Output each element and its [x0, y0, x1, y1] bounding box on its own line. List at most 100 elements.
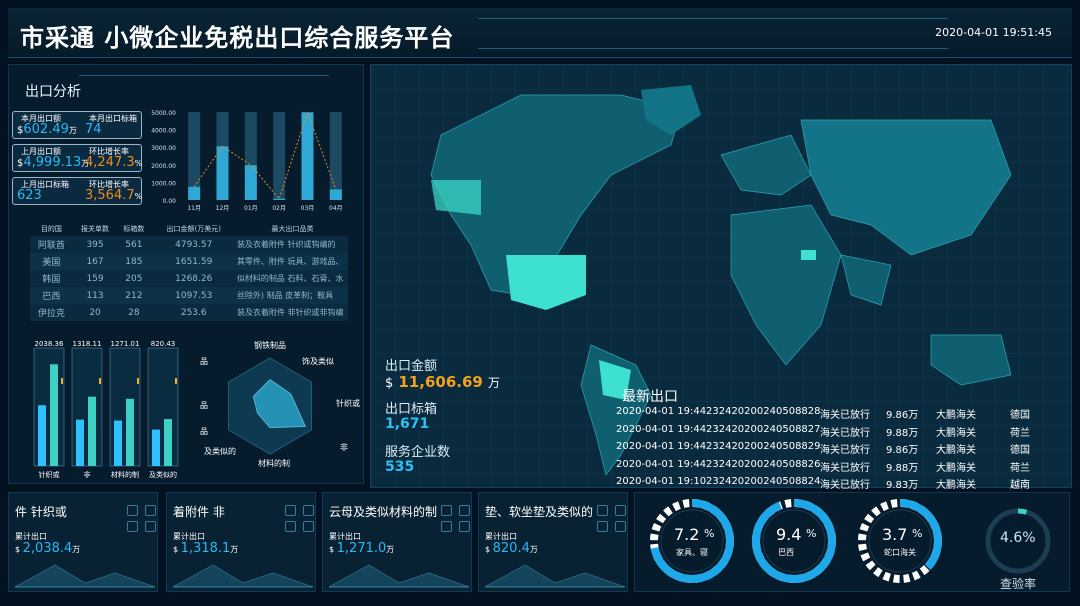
- card-control-icon[interactable]: [615, 521, 626, 532]
- card-sparkline: [329, 564, 469, 588]
- table-row[interactable]: 巴西 113 212 1097.53 丝除外) 制品 皮革制；鞍具: [30, 287, 348, 304]
- companies-label: 服务企业数: [385, 445, 451, 460]
- table-cell: 185: [117, 253, 151, 270]
- table-row[interactable]: 伊拉克 20 28 253.6 装及衣着附件 非针织或非钩编: [30, 304, 348, 321]
- list-cell: 232420200240508828: [706, 406, 821, 417]
- radar-axis-label: 钢铁制品: [254, 340, 286, 350]
- card-control-icon[interactable]: [441, 505, 452, 516]
- card-unit: 万: [386, 545, 395, 554]
- divider: [79, 75, 329, 76]
- category-card[interactable]: 垫、软坐垫及类似的 累计出口 $ 820.4万: [478, 492, 628, 592]
- card-control-icon[interactable]: [459, 521, 470, 532]
- x-tick-label: 02月: [272, 205, 286, 212]
- card-control-icon[interactable]: [615, 505, 626, 516]
- x-tick-label: 12月: [216, 205, 230, 212]
- list-item[interactable]: 2020-04-01 19:44 232420200240508828 海关已放行 9…: [614, 404, 1064, 422]
- table-row[interactable]: 阿联酋 395 561 4793.57 装及衣着附件 针织或钩编的: [30, 236, 348, 253]
- table-cell: 1268.26: [150, 270, 237, 287]
- bar: [114, 420, 122, 466]
- list-cell: 2020-04-01 19:44: [616, 406, 707, 417]
- kpi-number: 4,247.3: [85, 155, 135, 170]
- card-control-icon[interactable]: [459, 505, 470, 516]
- bar: [216, 146, 229, 200]
- column-header[interactable]: 目的国: [30, 222, 73, 236]
- table-row[interactable]: 美国 167 185 1651.59 其零件、附件 玩具、游戏品、: [30, 253, 348, 270]
- card-title: 着附件 非: [173, 505, 225, 519]
- kpi-unit: 万: [68, 126, 77, 135]
- sparkline-area: [485, 564, 625, 588]
- radar-axis-label: 材料的制: [258, 458, 290, 468]
- column-header[interactable]: 标箱数: [117, 222, 150, 236]
- bar: [50, 364, 58, 466]
- card-title: 件 针织或: [15, 505, 67, 519]
- list-cell: 2020-04-01 19:44: [616, 423, 707, 435]
- gauge-value: 3.7: [882, 525, 908, 544]
- column-header[interactable]: 最大出口品类: [237, 222, 348, 236]
- value-label: 1271.01: [111, 340, 140, 348]
- column-header[interactable]: 报关单数: [73, 222, 117, 236]
- export-amount-value: $ 11,606.69 万: [385, 373, 500, 391]
- card-number: 2,038.4: [22, 541, 73, 556]
- table-cell: 阿联酋: [30, 236, 73, 253]
- bar: [244, 165, 257, 200]
- table-cell: 205: [117, 270, 151, 287]
- list-item[interactable]: 2020-04-01 19:44 232420200240508826 海关已放行 9…: [614, 457, 1064, 475]
- list-item[interactable]: 2020-04-01 19:44 232420200240508829 海关已放行 9…: [614, 439, 1064, 457]
- list-cell: 海关已放行: [820, 427, 870, 439]
- gauge-label: 查验率: [1000, 577, 1037, 591]
- category-card[interactable]: 着附件 非累计出口 $ 1,318.1万: [166, 492, 316, 592]
- gauge-value: 7.2: [674, 525, 700, 544]
- category-label: 材料的制: [111, 470, 139, 479]
- table-cell: 167: [72, 253, 118, 270]
- table-row[interactable]: 韩国 159 205 1268.26 似材料的制品 石料、石膏、水: [30, 270, 348, 287]
- y-tick-label: 0.00: [163, 198, 177, 205]
- kpi-number: 4,999.13: [23, 155, 82, 170]
- gauge-percent-sign: %: [912, 527, 923, 540]
- card-control-icon[interactable]: [145, 521, 156, 532]
- page-title: 市采通 小微企业免税出口综合服务平台: [20, 24, 455, 52]
- list-item[interactable]: 2020-04-01 19:44 232420200240508827 海关已放行 9…: [614, 422, 1064, 440]
- card-control-icon[interactable]: [597, 521, 608, 532]
- card-control-icon[interactable]: [285, 521, 296, 532]
- card-control-icon[interactable]: [303, 505, 314, 516]
- card-control-icon[interactable]: [285, 505, 296, 516]
- card-control-icon[interactable]: [441, 521, 452, 532]
- bar: [88, 396, 96, 466]
- list-cell: 海关已放行: [820, 410, 870, 421]
- value-label: 1318.11: [73, 340, 102, 348]
- list-cell: 9.86万: [886, 445, 919, 456]
- monthly-export-chart: 5000.00 4000.00 3000.00 2000.00 1000.00 0.00 1…: [151, 110, 342, 212]
- table-cell: 巴西: [30, 287, 73, 304]
- sparkline-area: [173, 564, 313, 588]
- list-cell: 2020-04-01 19:44: [616, 441, 707, 452]
- radar-axis-label: 及类似的: [204, 446, 236, 456]
- card-value: $ 1,318.1万: [173, 541, 238, 556]
- kpi-value: 74: [85, 122, 102, 137]
- header-bar: 市采通 小微企业免税出口综合服务平台 2020-04-01 19:51:45: [8, 8, 1072, 58]
- card-number: 1,271.0: [336, 541, 387, 556]
- card-control-icon[interactable]: [127, 521, 138, 532]
- radar-axis-label: 品: [200, 401, 208, 410]
- companies-value: 535: [385, 459, 415, 475]
- card-number: 820.4: [492, 541, 530, 556]
- table-cell: 4793.57: [150, 236, 237, 253]
- header-divider: [478, 48, 948, 49]
- table-cell: 装及衣着附件 针织或钩编的: [236, 236, 348, 253]
- card-control-icon[interactable]: [145, 505, 156, 516]
- category-label: 非: [84, 470, 91, 479]
- category-card[interactable]: 云母及类似材料的制 累计出口 $ 1,271.0万: [322, 492, 472, 592]
- card-control-icon[interactable]: [303, 521, 314, 532]
- list-item[interactable]: 2020-04-01 19:10 232420200240508824 海关已放行 9…: [614, 474, 1064, 492]
- column-header[interactable]: 出口金额(万美元): [151, 222, 237, 236]
- marker: [99, 378, 101, 384]
- kpi-number: 623: [17, 188, 42, 203]
- kpi-card: 上月出口标箱 623 环比增长率 3,564.7%: [12, 177, 142, 205]
- kpi-value: 4,247.3%: [85, 155, 142, 170]
- card-control-icon[interactable]: [597, 505, 608, 516]
- list-cell: 9.88万: [886, 462, 919, 474]
- latest-exports-list: 2020-04-01 19:44 232420200240508828 海关已放行 9…: [614, 404, 1064, 492]
- x-tick-label: 01月: [244, 205, 258, 212]
- bar: [329, 189, 342, 200]
- card-control-icon[interactable]: [127, 505, 138, 516]
- category-card[interactable]: 件 针织或 累计出口 $ 2,038.4万: [8, 492, 158, 592]
